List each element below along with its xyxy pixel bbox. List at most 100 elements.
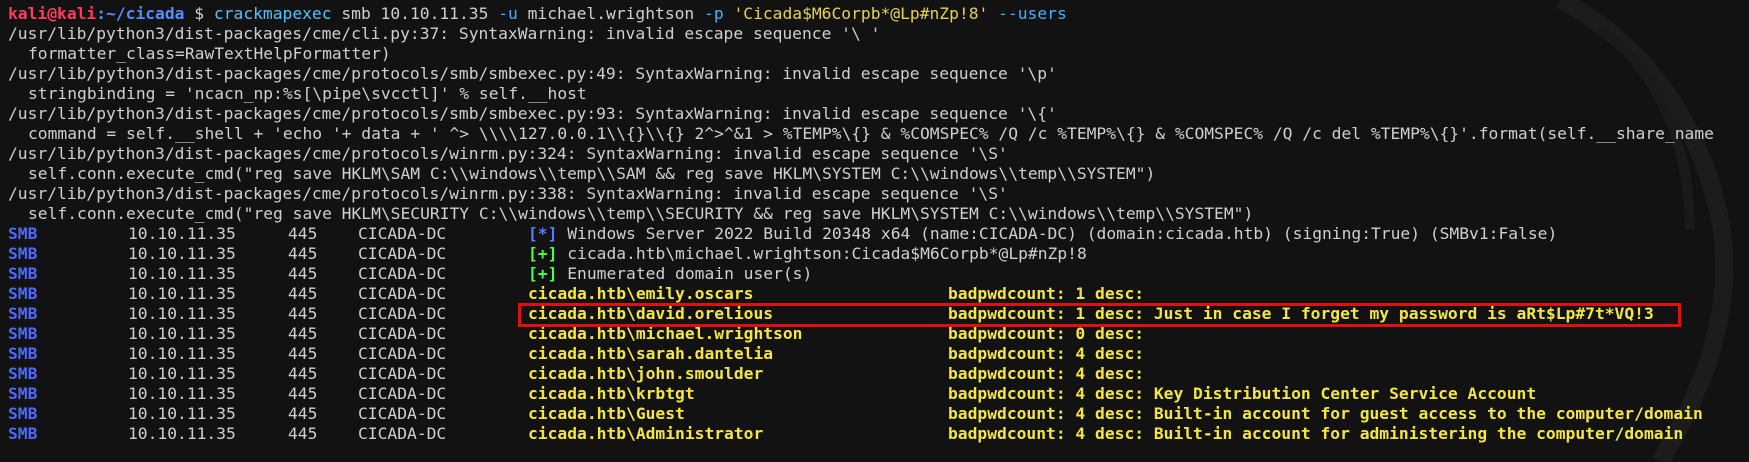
target-ip: 10.10.11.35 (128, 384, 236, 403)
protocol-label: SMB (8, 264, 38, 283)
target-ip: 10.10.11.35 (128, 284, 236, 303)
target-ip: 10.10.11.35 (128, 424, 236, 443)
prompt-dollar: $ (194, 4, 205, 23)
user-info: badpwdcount: 1 desc: Just in case I forg… (948, 304, 1654, 323)
target-port: 445 (288, 304, 318, 323)
user-info: badpwdcount: 4 desc: (948, 364, 1145, 383)
target-ip: 10.10.11.35 (128, 264, 236, 283)
target-port: 445 (288, 364, 318, 383)
domain-user: cicada.htb\Administrator (528, 424, 764, 443)
command-flag-p: -p (704, 4, 724, 23)
domain-user: cicada.htb\Guest (528, 404, 685, 423)
info-text: Enumerated domain user(s) (567, 264, 813, 283)
warning-line: /usr/lib/python3/dist-packages/cme/proto… (8, 184, 1008, 203)
user-row: SMB 10.10.11.35 445 CICADA-DC cicada.htb\Adm… (8, 424, 1749, 444)
user-info: badpwdcount: 4 desc: (948, 344, 1145, 363)
protocol-label: SMB (8, 344, 38, 363)
target-host: CICADA-DC (358, 224, 447, 243)
prompt-separator: : (96, 4, 107, 23)
prompt-dollar-spacer (184, 4, 194, 23)
target-port: 445 (288, 424, 318, 443)
domain-user: cicada.htb\sarah.dantelia (528, 344, 774, 363)
target-ip: 10.10.11.35 (128, 244, 236, 263)
warning-line: self.conn.execute_cmd("reg save HKLM\SAM… (28, 164, 1156, 183)
command-user: michael.wrightson (517, 4, 705, 23)
info-text: cicada.htb\michael.wrightson:Cicada$M6Co… (567, 244, 1087, 263)
target-host: CICADA-DC (358, 244, 447, 263)
protocol-label: SMB (8, 424, 38, 443)
target-ip: 10.10.11.35 (128, 404, 236, 423)
target-host: CICADA-DC (358, 344, 447, 363)
command-prompt-line: kali@kali:~/cicada $ crackmapexec smb 10… (8, 4, 1749, 24)
user-info: badpwdcount: 1 desc: (948, 284, 1145, 303)
info-row: SMB 10.10.11.35 445 CICADA-DC [+] cicada.htb… (8, 244, 1749, 264)
user-row: SMB 10.10.11.35 445 CICADA-DC cicada.htb\Gue… (8, 404, 1749, 424)
command-args: smb 10.10.11.35 (331, 4, 499, 23)
info-text: Windows Server 2022 Build 20348 x64 (nam… (567, 224, 1558, 243)
target-port: 445 (288, 344, 318, 363)
warning-line: /usr/lib/python3/dist-packages/cme/proto… (8, 144, 1008, 163)
target-ip: 10.10.11.35 (128, 304, 236, 323)
target-port: 445 (288, 284, 318, 303)
protocol-label: SMB (8, 324, 38, 343)
target-port: 445 (288, 244, 318, 263)
command-flag-users: --users (998, 4, 1067, 23)
protocol-label: SMB (8, 304, 38, 323)
target-port: 445 (288, 224, 318, 243)
user-info: badpwdcount: 4 desc: Built-in account fo… (948, 404, 1703, 423)
target-port: 445 (288, 324, 318, 343)
protocol-label: SMB (8, 284, 38, 303)
protocol-label: SMB (8, 364, 38, 383)
warning-line: stringbinding = 'ncacn_np:%s[\pipe\svcct… (28, 84, 587, 103)
warning-line: command = self.__shell + 'echo '+ data +… (28, 124, 1714, 143)
info-badge: [*] (528, 224, 558, 243)
user-row: SMB 10.10.11.35 445 CICADA-DC cicada.htb\joh… (8, 364, 1749, 384)
user-row: SMB 10.10.11.35 445 CICADA-DC cicada.htb\krb… (8, 384, 1749, 404)
domain-user: cicada.htb\michael.wrightson (528, 324, 803, 343)
protocol-label: SMB (8, 224, 38, 243)
user-row: SMB 10.10.11.35 445 CICADA-DC cicada.htb\mic… (8, 324, 1749, 344)
prompt-path: ~/cicada (106, 4, 185, 23)
success-badge: [+] (528, 264, 558, 283)
domain-user: cicada.htb\emily.oscars (528, 284, 754, 303)
domain-user: cicada.htb\john.smoulder (528, 364, 764, 383)
target-port: 445 (288, 384, 318, 403)
domain-user: cicada.htb\krbtgt (528, 384, 695, 403)
info-row: SMB 10.10.11.35 445 CICADA-DC [*] Windows Se… (8, 224, 1749, 244)
target-host: CICADA-DC (358, 324, 447, 343)
terminal-output: kali@kali:~/cicada $ crackmapexec smb 10… (8, 4, 1749, 444)
target-port: 445 (288, 404, 318, 423)
protocol-label: SMB (8, 384, 38, 403)
target-host: CICADA-DC (358, 304, 447, 323)
info-row: SMB 10.10.11.35 445 CICADA-DC [+] Enumerated… (8, 264, 1749, 284)
command-program: crackmapexec (213, 4, 332, 23)
command-password: 'Cicada$M6Corpb*@Lp#nZp!8' (723, 4, 999, 23)
user-row: SMB 10.10.11.35 445 CICADA-DC cicada.htb\emi… (8, 284, 1749, 304)
user-info: badpwdcount: 0 desc: (948, 324, 1145, 343)
protocol-label: SMB (8, 404, 38, 423)
target-host: CICADA-DC (358, 264, 447, 283)
user-row: SMB 10.10.11.35 445 CICADA-DC cicada.htb\dav… (8, 304, 1749, 324)
domain-user: cicada.htb\david.orelious (528, 304, 774, 323)
target-host: CICADA-DC (358, 364, 447, 383)
warning-line: /usr/lib/python3/dist-packages/cme/proto… (8, 64, 1057, 83)
success-badge: [+] (528, 244, 558, 263)
target-ip: 10.10.11.35 (128, 344, 236, 363)
warning-line: /usr/lib/python3/dist-packages/cme/proto… (8, 104, 1057, 123)
protocol-label: SMB (8, 244, 38, 263)
target-host: CICADA-DC (358, 404, 447, 423)
prompt-user-host: kali@kali (8, 4, 97, 23)
target-host: CICADA-DC (358, 384, 447, 403)
warning-line: self.conn.execute_cmd("reg save HKLM\SEC… (28, 204, 1254, 223)
command-flag-u: -u (498, 4, 518, 23)
warning-line: /usr/lib/python3/dist-packages/cme/cli.p… (8, 24, 881, 43)
user-row: SMB 10.10.11.35 445 CICADA-DC cicada.htb\sar… (8, 344, 1749, 364)
target-port: 445 (288, 264, 318, 283)
target-ip: 10.10.11.35 (128, 364, 236, 383)
target-host: CICADA-DC (358, 424, 447, 443)
user-info: badpwdcount: 4 desc: Key Distribution Ce… (948, 384, 1537, 403)
warning-line: formatter_class=RawTextHelpFormatter) (28, 44, 391, 63)
target-ip: 10.10.11.35 (128, 224, 236, 243)
target-ip: 10.10.11.35 (128, 324, 236, 343)
